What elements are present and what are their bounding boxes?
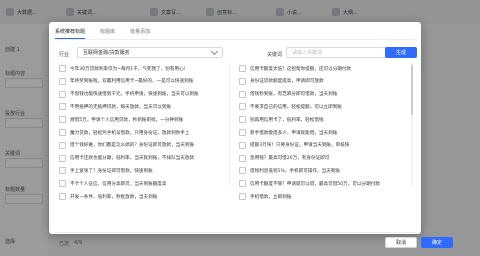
- selected-value: 4/9: [74, 240, 83, 246]
- checkbox[interactable]: [239, 129, 246, 136]
- title-option-text: 借个钱好难，你们都是怎么搞的？身份证即可放款，当天到账: [70, 143, 195, 149]
- title-option[interactable]: 信用卡额度太低？这招帮你提额，还可以分期付款: [239, 64, 409, 73]
- title-option[interactable]: 不用抵押的无抵押贷款，每天放款，当天可以到账: [59, 102, 229, 111]
- checkbox[interactable]: [239, 154, 246, 162]
- industry-value: 互联网金融/贷款服务: [83, 50, 130, 56]
- checkbox[interactable]: [59, 180, 66, 188]
- title-option-text: 新手借款能借多少，申请就能借，当天到账: [250, 130, 338, 136]
- scrollbar-thumb[interactable]: [411, 65, 413, 115]
- title-option[interactable]: 魔力贷款，轻松凭手机号借款，只用身份证，放款到你手上: [59, 128, 229, 137]
- title-option-text: 想借5万，申请个人信用贷款，秒到账审批，一分钟到账: [70, 117, 184, 123]
- dialog-tabs: 系统推荐标题 标题库 批量添加: [55, 28, 150, 39]
- checkbox[interactable]: [59, 77, 66, 85]
- title-option[interactable]: 手机借款，立即到账: [239, 192, 409, 201]
- industry-select[interactable]: 互联网金融/贷款服务: [77, 47, 223, 58]
- title-option[interactable]: 想借5万，申请个人信用贷款，秒到账审批，一分钟到账: [59, 115, 229, 124]
- checkbox[interactable]: [239, 103, 246, 111]
- checkbox[interactable]: [239, 193, 246, 200]
- title-option-text: 手机借款，立即到账: [250, 194, 292, 200]
- checkbox[interactable]: [239, 180, 246, 188]
- title-option[interactable]: 提额3万块！只要身份证，申请当天到账，审核快: [239, 141, 409, 150]
- title-option-text: 信用卡额度不够？申请就可以借，最高可借50万，可以分期付款: [250, 181, 380, 187]
- title-option-text: 身份证贷款额度提高，申请即可放款: [250, 79, 324, 85]
- title-option-text: 今年30万贷款利率仅为~每月1千，气死我了，别有用心！: [70, 66, 189, 72]
- keyword-label: 关键词: [267, 52, 283, 58]
- title-option[interactable]: 不借钱也能快速借到千元，手机申请，快速到账，当天可以到账: [59, 90, 229, 99]
- title-list: 今年30万贷款利率仅为~每月1千，气死我了，别有用心！ 年终奖到账啦，双赢利用信用…: [55, 60, 415, 224]
- ok-button[interactable]: 确定: [421, 237, 453, 248]
- title-option-text: 借钱利息低到1%，手机即可操作，当天到账: [250, 168, 340, 174]
- title-option-text: 借钱秒到账，有芝麻分即可借款，当天到账: [250, 92, 338, 98]
- title-option[interactable]: 别再用信用卡了，低利率，轻松借钱: [239, 115, 409, 124]
- title-option-text: 信用卡还款也能分期，低利率，当天就到账，不排队当天放款: [70, 156, 195, 162]
- title-option[interactable]: 借个钱好难，你们都是怎么搞的？身份证即可放款，当天到账: [59, 141, 229, 150]
- title-option-text: 手上紧张了？身份证即可借款，快速到账: [70, 168, 153, 174]
- checkbox[interactable]: [239, 65, 246, 72]
- title-option[interactable]: 信用卡还款也能分期，低利率，当天就到账，不排队当天放款: [59, 154, 229, 163]
- title-option[interactable]: 不要求自己的信用，轻松提额，可以立即到账: [239, 102, 409, 111]
- title-option-text: 提额3万块！只要身份证，申请当天到账，审核快: [250, 143, 350, 149]
- title-option[interactable]: 信用卡额度不够？申请就可以借，最高可借50万，可以分期付款: [239, 179, 409, 188]
- title-option[interactable]: 开发一条件，低利率，秒批放款，当天到账: [59, 192, 229, 201]
- title-option-text: 不用抵押的无抵押贷款，每天放款，当天可以到账: [70, 104, 172, 110]
- checkbox[interactable]: [59, 193, 66, 200]
- checkbox[interactable]: [59, 103, 66, 111]
- checkbox[interactable]: [239, 167, 246, 175]
- checkbox[interactable]: [59, 116, 66, 124]
- title-option[interactable]: 手上紧张了？身份证即可借款，快速到账: [59, 166, 229, 175]
- title-picker-dialog: 系统推荐标题 标题库 批量添加 行业 互联网金融/贷款服务 关键词 生成 今年3…: [49, 22, 453, 248]
- title-option-text: 不卡个人征信，信用分高即可，当天到账额度高: [70, 181, 167, 187]
- industry-label: 行业: [59, 52, 70, 58]
- cancel-button[interactable]: 取消: [385, 237, 417, 248]
- title-option-text: 信用卡额度太低？这招帮你提额，还可以分期付款: [250, 66, 352, 72]
- title-option-text: 开发一条件，低利率，秒批放款，当天到账: [70, 194, 158, 200]
- title-option-text: 魔力贷款，轻松凭手机号借款，只用身份证，放款到你手上: [70, 130, 190, 136]
- checkbox[interactable]: [239, 116, 246, 124]
- tab-batch-add[interactable]: 批量添加: [130, 28, 150, 39]
- title-option-text: 年终奖到账啦，双赢利用信用卡~最好的，一是可以快速到账: [70, 79, 194, 85]
- title-option[interactable]: 年终奖到账啦，双赢利用信用卡~最好的，一是可以快速到账: [59, 77, 229, 86]
- checkbox[interactable]: [59, 154, 66, 162]
- title-option[interactable]: 身份证贷款额度提高，申请即可放款: [239, 77, 409, 86]
- title-option-text: 不借钱也能快速借到千元，手机申请，快速到账，当天可以到账: [70, 92, 199, 98]
- generate-button[interactable]: 生成: [385, 47, 417, 58]
- checkbox[interactable]: [239, 77, 246, 85]
- checkbox[interactable]: [59, 167, 66, 175]
- title-option[interactable]: 借钱秒到账，有芝麻分即可借款，当天到账: [239, 90, 409, 99]
- title-option[interactable]: 新手借款能借多少，申请就能借，当天到账: [239, 128, 409, 137]
- selected-count: 已选 4/9: [59, 240, 82, 247]
- checkbox[interactable]: [59, 65, 66, 72]
- tab-title-library[interactable]: 标题库: [100, 28, 115, 39]
- checkbox[interactable]: [239, 141, 246, 149]
- checkbox[interactable]: [239, 90, 246, 98]
- divider: [55, 39, 415, 40]
- title-option-text: 别再用信用卡了，低利率，轻松借钱: [250, 117, 324, 123]
- chevron-down-icon: [210, 47, 219, 56]
- selected-label: 已选: [59, 241, 70, 247]
- divider: [55, 232, 415, 233]
- column-divider: [229, 63, 230, 185]
- checkbox[interactable]: [59, 90, 66, 98]
- title-option[interactable]: 借钱利息低到1%，手机即可操作，当天到账: [239, 166, 409, 175]
- tab-system-recommend[interactable]: 系统推荐标题: [55, 28, 86, 39]
- title-option-text: 不要求自己的信用，轻松提额，可以立即到账: [250, 104, 342, 110]
- title-option[interactable]: 急用钱？最高可借20万，有身份证即可: [239, 154, 409, 163]
- title-option[interactable]: 不卡个人征信，信用分高即可，当天到账额度高: [59, 179, 229, 188]
- checkbox[interactable]: [59, 129, 66, 136]
- checkbox[interactable]: [59, 141, 66, 149]
- title-option[interactable]: 今年30万贷款利率仅为~每月1千，气死我了，别有用心！: [59, 64, 229, 73]
- title-option-text: 急用钱？最高可借20万，有身份证即可: [250, 156, 330, 162]
